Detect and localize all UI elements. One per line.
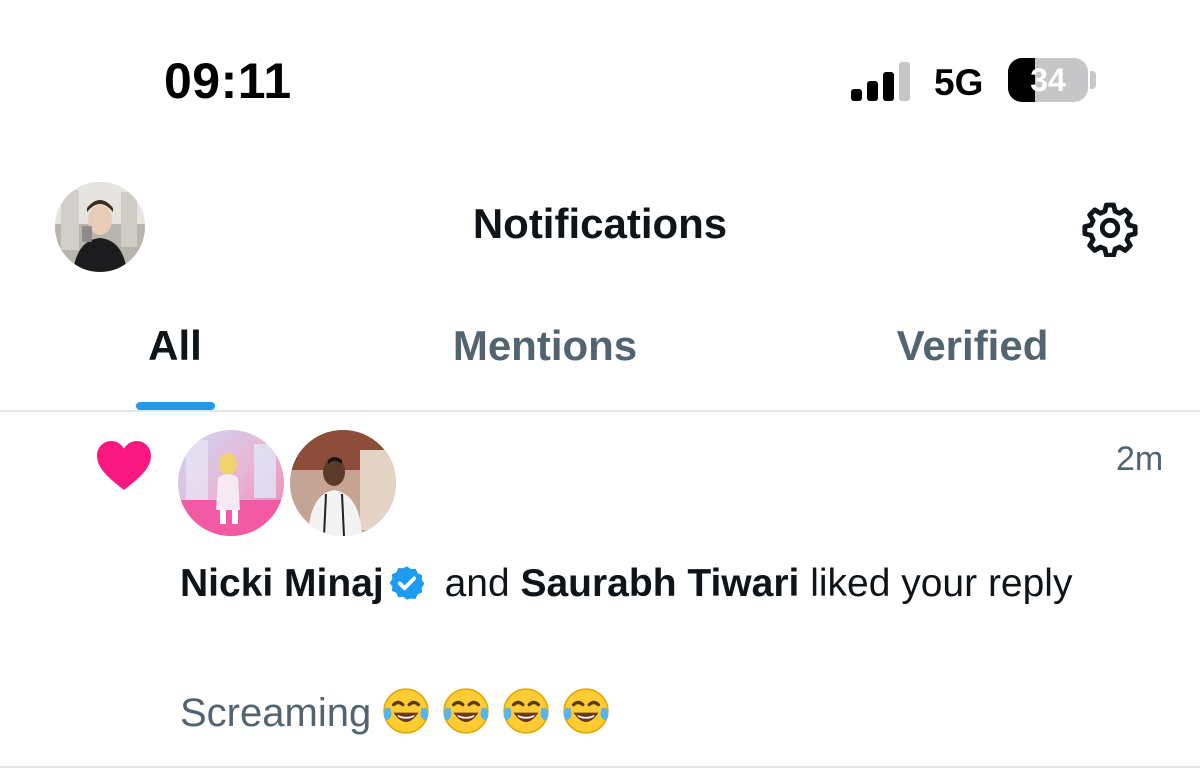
reply-preview[interactable]: Screaming	[180, 686, 611, 736]
notification-action: liked your reply	[799, 562, 1073, 605]
notification-connector: and	[433, 562, 521, 605]
user-name-saurabh-tiwari[interactable]: Saurabh Tiwari	[520, 562, 799, 605]
tab-verified[interactable]: Verified	[850, 322, 1095, 370]
emoji-row	[371, 688, 611, 735]
heart-icon	[97, 440, 151, 491]
battery-cap	[1090, 71, 1096, 89]
battery-icon: 34	[1008, 58, 1088, 102]
gear-icon[interactable]	[1081, 199, 1139, 257]
face-with-tears-of-joy-icon	[443, 688, 489, 734]
network-type: 5G	[934, 62, 984, 103]
tab-mentions[interactable]: Mentions	[420, 322, 670, 370]
notification-time: 2m	[1116, 440, 1164, 478]
face-with-tears-of-joy-icon	[383, 688, 429, 734]
avatar-nicki-minaj[interactable]	[178, 430, 284, 536]
verified-badge-icon	[389, 566, 425, 600]
active-tab-indicator	[136, 402, 215, 410]
cellular-signal-icon	[851, 62, 910, 101]
reply-preview-text: Screaming	[180, 691, 372, 735]
tab-all[interactable]: All	[110, 322, 240, 370]
face-with-tears-of-joy-icon	[563, 688, 609, 734]
divider	[0, 766, 1200, 768]
user-name-nicki-minaj[interactable]: Nicki Minaj	[180, 562, 384, 605]
avatar-saurabh-tiwari[interactable]	[290, 430, 396, 536]
notification-text[interactable]: Nicki Minaj and Saurabh Tiwari liked you…	[180, 556, 1120, 612]
page-title: Notifications	[472, 200, 728, 247]
battery-level: 34	[1030, 62, 1066, 98]
face-with-tears-of-joy-icon	[503, 688, 549, 734]
divider	[0, 410, 1200, 412]
status-time: 09:11	[164, 53, 292, 109]
